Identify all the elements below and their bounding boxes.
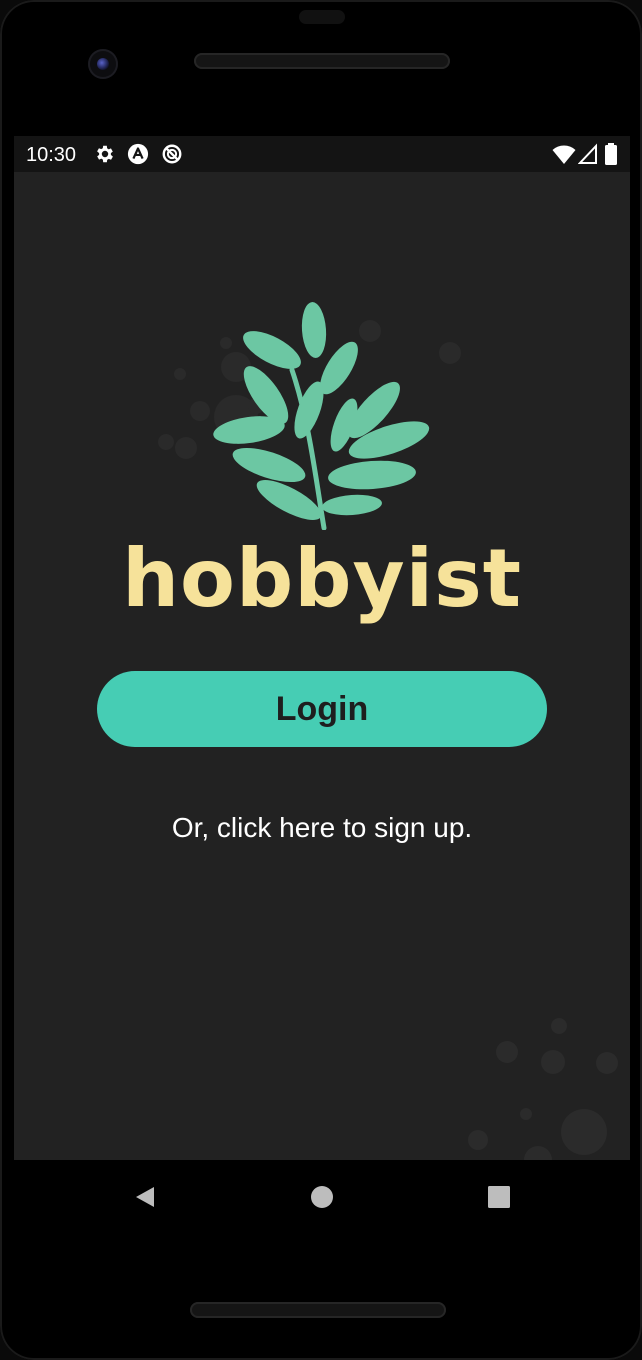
login-button[interactable]: Login (97, 671, 547, 747)
back-button[interactable] (128, 1180, 162, 1214)
login-screen: hobbyist Login Or, click here to sign up… (14, 172, 630, 1160)
signup-link[interactable]: Or, click here to sign up. (14, 812, 630, 844)
recents-button[interactable] (482, 1180, 516, 1214)
earpiece-speaker (194, 53, 450, 69)
data-saver-icon (162, 144, 182, 164)
notification-a-icon (127, 143, 149, 165)
wifi-icon (552, 145, 576, 164)
phone-frame: 10:30 hobbyist Login Or, click here to s… (0, 0, 642, 1360)
system-nav-bar (14, 1160, 630, 1232)
status-bar: 10:30 (14, 136, 630, 172)
leaf-logo-icon (158, 302, 461, 530)
top-notch (299, 10, 345, 24)
home-circle-icon (311, 1186, 333, 1208)
front-camera (88, 49, 118, 79)
decorative-dots (468, 1018, 618, 1160)
signal-icon (578, 143, 597, 164)
gear-icon (97, 145, 113, 163)
back-triangle-icon (136, 1187, 154, 1207)
battery-icon (605, 143, 617, 165)
app-wordmark: hobbyist (122, 532, 522, 625)
recents-square-icon (488, 1186, 510, 1208)
home-button[interactable] (305, 1180, 339, 1214)
screen: 10:30 hobbyist Login Or, click here to s… (14, 136, 630, 1160)
bottom-speaker (190, 1302, 446, 1318)
status-time: 10:30 (26, 144, 77, 166)
